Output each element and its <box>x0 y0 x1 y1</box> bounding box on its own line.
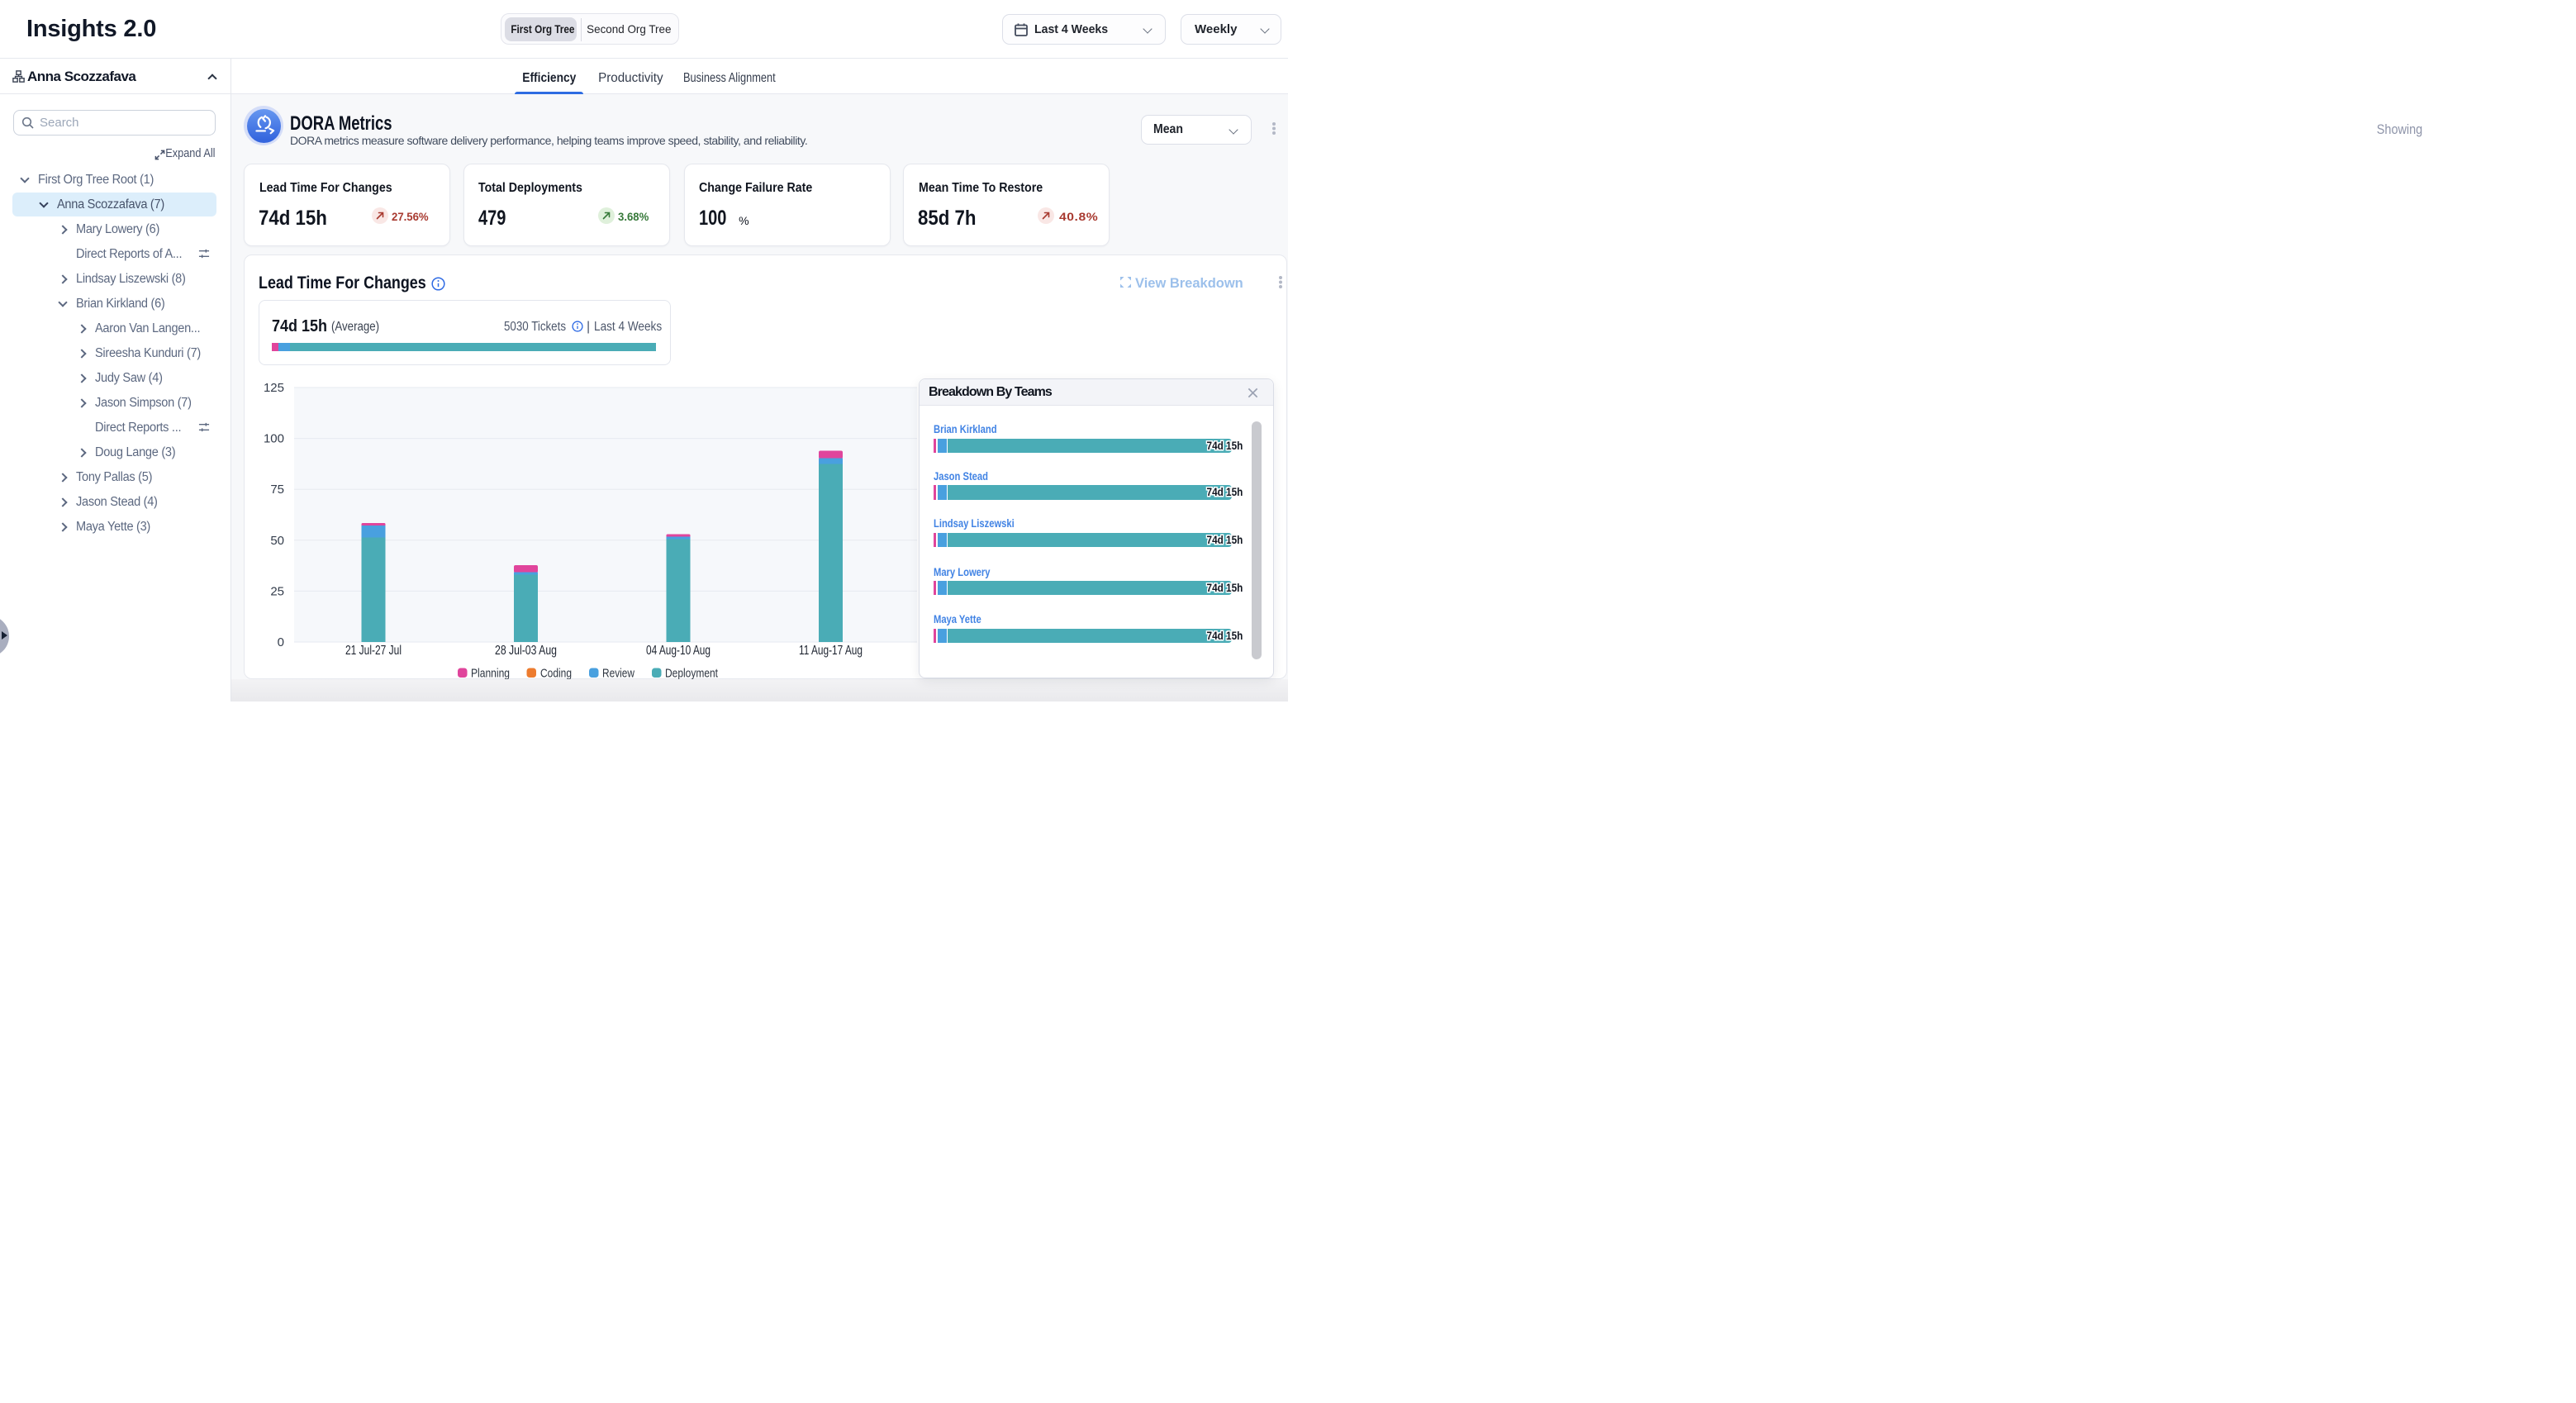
svg-text:0: 0 <box>278 635 284 649</box>
svg-text:Deployment: Deployment <box>665 667 719 680</box>
svg-text:Review: Review <box>602 667 634 680</box>
svg-text:25: 25 <box>270 584 284 598</box>
svg-text:21 Jul-27 Jul: 21 Jul-27 Jul <box>345 644 402 658</box>
svg-text:28 Jul-03 Aug: 28 Jul-03 Aug <box>495 644 557 658</box>
svg-text:Coding: Coding <box>540 667 572 680</box>
svg-text:125: 125 <box>264 381 284 395</box>
svg-text:75: 75 <box>270 483 284 497</box>
svg-text:04 Aug-10 Aug: 04 Aug-10 Aug <box>646 644 711 658</box>
svg-text:100: 100 <box>264 432 284 446</box>
svg-text:11 Aug-17 Aug: 11 Aug-17 Aug <box>799 644 863 658</box>
svg-text:Planning: Planning <box>471 667 510 680</box>
svg-text:50: 50 <box>270 534 284 548</box>
